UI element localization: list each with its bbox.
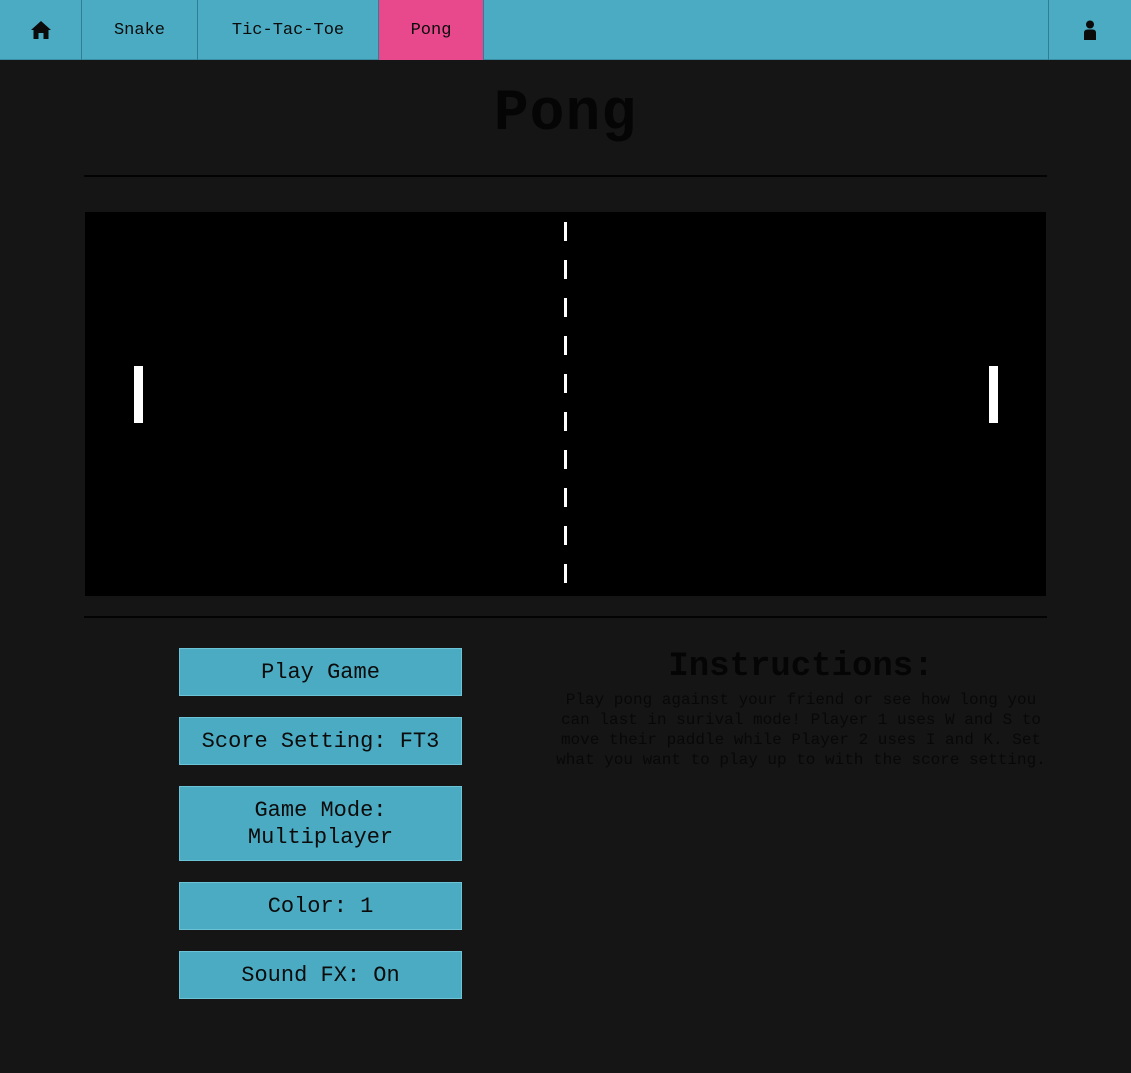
home-icon (30, 20, 52, 40)
nav-tab-snake[interactable]: Snake (82, 0, 198, 60)
right-paddle (989, 366, 998, 423)
instructions-title: Instructions: (668, 648, 934, 686)
nav-tab-label: Snake (113, 20, 165, 40)
play-game-button[interactable]: Play Game (179, 648, 462, 696)
user-icon (1083, 20, 1097, 40)
pong-game-canvas[interactable] (85, 212, 1046, 596)
sound-fx-button[interactable]: Sound FX: On (179, 951, 462, 999)
nav-tab-label: Tic-Tac-Toe (231, 20, 345, 40)
nav-tab-label: Pong (410, 20, 452, 40)
center-net (564, 222, 567, 590)
top-nav: Snake Tic-Tac-Toe Pong (0, 0, 1131, 60)
home-button[interactable] (0, 0, 82, 60)
page-title: Pong (493, 82, 638, 147)
score-setting-button[interactable]: Score Setting: FT3 (179, 717, 462, 765)
divider-top (84, 175, 1047, 177)
divider-bottom (84, 616, 1047, 618)
instructions-text: Play pong against your friend or see how… (556, 691, 1046, 769)
nav-tab-pong[interactable]: Pong (379, 0, 484, 60)
game-mode-button[interactable]: Game Mode: Multiplayer (179, 786, 462, 861)
left-paddle (134, 366, 143, 423)
user-button[interactable] (1048, 0, 1131, 60)
nav-tab-tic-tac-toe[interactable]: Tic-Tac-Toe (198, 0, 379, 60)
color-button[interactable]: Color: 1 (179, 882, 462, 930)
